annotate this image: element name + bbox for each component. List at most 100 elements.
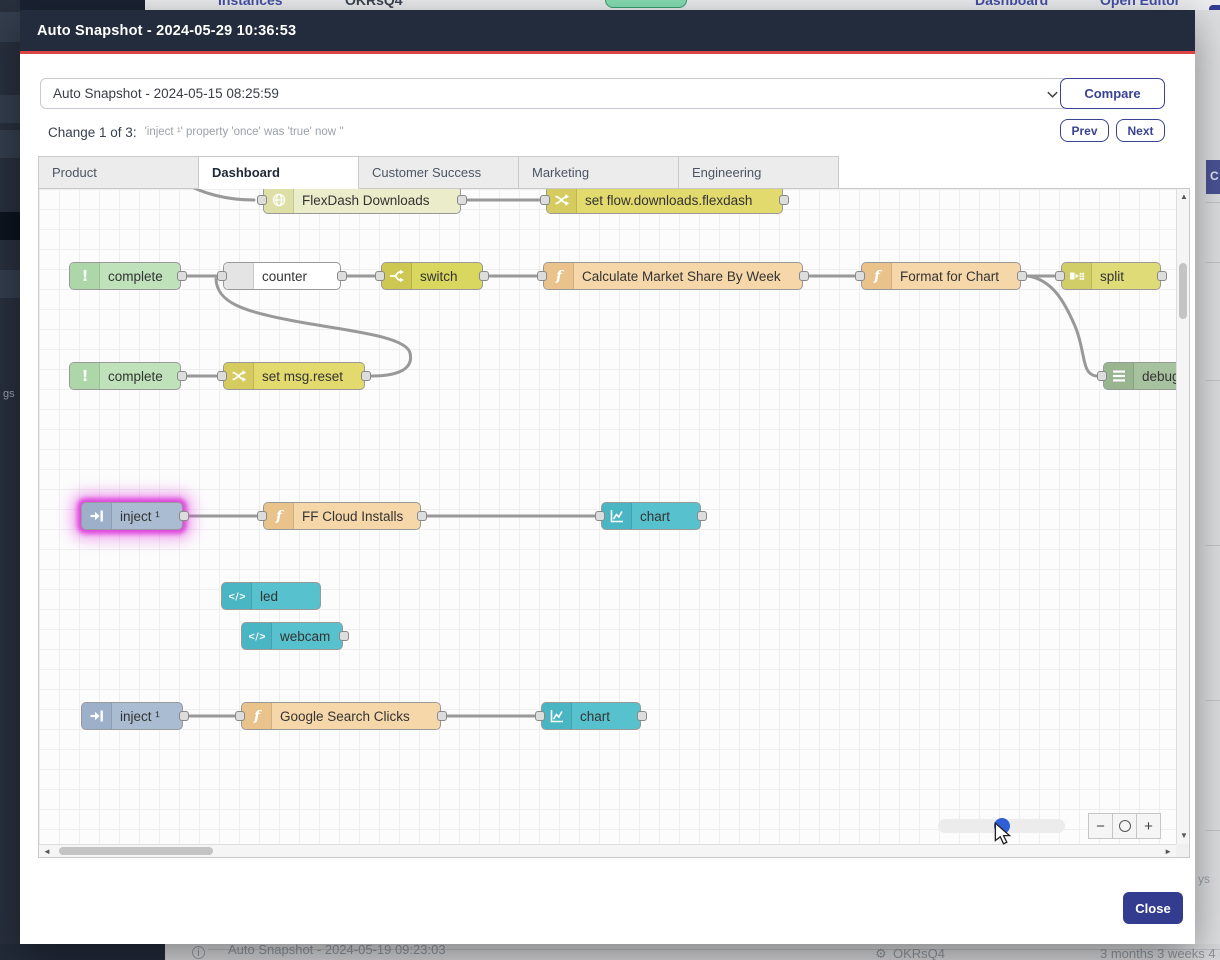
node-output-port[interactable]	[697, 511, 707, 521]
flow-node-webcam[interactable]: </>webcam	[241, 622, 343, 650]
node-output-port[interactable]	[1017, 271, 1027, 281]
breadcrumb[interactable]: Instances	[218, 0, 283, 8]
zoom-in-button[interactable]: +	[1136, 813, 1161, 839]
node-input-port[interactable]	[1097, 371, 1107, 381]
tab-engineering[interactable]: Engineering	[678, 156, 839, 189]
node-output-port[interactable]	[179, 511, 189, 521]
node-input-port[interactable]	[235, 711, 245, 721]
zoom-out-button[interactable]: −	[1088, 813, 1113, 839]
flow-wire-edge-flexdash	[176, 189, 254, 200]
flow-node-label: inject ¹	[112, 703, 182, 729]
node-output-port[interactable]	[417, 511, 427, 521]
flow-node-label: webcam	[272, 623, 342, 649]
scroll-right-icon[interactable]: ►	[1164, 848, 1172, 856]
function-icon: f	[242, 703, 272, 729]
flow-node-inject1[interactable]: inject ¹	[81, 502, 183, 530]
sidebar-item[interactable]	[0, 12, 20, 42]
row-snapshot-name: Auto Snapshot - 2024-05-19 09:23:03	[228, 944, 446, 957]
node-input-port[interactable]	[535, 711, 545, 721]
prev-button[interactable]: Prev	[1060, 119, 1109, 142]
node-output-port[interactable]	[177, 371, 187, 381]
node-output-port[interactable]	[479, 271, 489, 281]
flow-node-label: split	[1092, 263, 1160, 289]
node-output-port[interactable]	[457, 195, 467, 205]
node-input-port[interactable]	[855, 271, 865, 281]
flow-node-label: chart	[572, 703, 640, 729]
sidebar-item[interactable]	[0, 270, 20, 298]
node-output-port[interactable]	[177, 271, 187, 281]
node-input-port[interactable]	[217, 371, 227, 381]
flow-canvas[interactable]: FlexDash Downloads set flow.downloads.fle…	[38, 188, 1190, 858]
node-input-port[interactable]	[537, 271, 547, 281]
globe-icon	[264, 188, 294, 213]
sidebar-item-label: gs	[3, 388, 15, 400]
flow-node-setmsg[interactable]: set msg.reset	[223, 362, 365, 390]
flow-node-google[interactable]: fGoogle Search Clicks	[241, 702, 441, 730]
sidebar-item[interactable]	[0, 95, 20, 123]
flow-node-calc[interactable]: fCalculate Market Share By Week	[543, 262, 803, 290]
flow-node-led[interactable]: </>led	[221, 582, 321, 610]
node-output-port[interactable]	[337, 271, 347, 281]
flow-node-label: complete	[100, 363, 180, 389]
flow-node-format[interactable]: fFormat for Chart	[861, 262, 1021, 290]
node-output-port[interactable]	[179, 711, 189, 721]
node-output-port[interactable]	[339, 631, 349, 641]
function-icon: f	[264, 503, 294, 529]
node-output-port[interactable]	[361, 371, 371, 381]
close-button[interactable]: Close	[1123, 892, 1183, 924]
flow-node-inject2[interactable]: inject ¹	[81, 702, 183, 730]
snapshot-select[interactable]: Auto Snapshot - 2024-05-15 08:25:59	[40, 78, 1072, 109]
node-input-port[interactable]	[540, 195, 550, 205]
node-output-port[interactable]	[779, 195, 789, 205]
blank-icon	[224, 263, 254, 289]
scroll-down-icon[interactable]: ▼	[1180, 832, 1188, 840]
scroll-up-icon[interactable]: ▲	[1180, 193, 1188, 201]
flow-node-chart1[interactable]: chart	[601, 502, 701, 530]
sidebar-item[interactable]	[0, 130, 20, 158]
node-output-port[interactable]	[637, 711, 647, 721]
flow-node-switch[interactable]: switch	[381, 262, 483, 290]
vertical-scrollbar-thumb[interactable]	[1179, 263, 1187, 319]
flow-node-ffcloud[interactable]: fFF Cloud Installs	[263, 502, 421, 530]
sidebar	[0, 0, 20, 960]
flow-node-label: inject ¹	[112, 503, 182, 529]
canvas-vertical-scrollbar[interactable]: ▲ ▼	[1176, 189, 1189, 844]
scroll-left-icon[interactable]: ◄	[43, 848, 51, 856]
open-editor-button[interactable]: Open Editor	[1100, 0, 1180, 8]
sidebar-item-selected[interactable]	[0, 212, 20, 240]
node-input-port[interactable]	[1055, 271, 1065, 281]
function-icon: f	[544, 263, 574, 289]
svg-text:f: f	[252, 709, 262, 725]
node-output-port[interactable]	[799, 271, 809, 281]
flow-node-setflow[interactable]: set flow.downloads.flexdash	[546, 188, 783, 214]
background-table-row: i Auto Snapshot - 2024-05-19 09:23:03 ⚙ …	[165, 944, 1220, 960]
node-input-port[interactable]	[257, 511, 267, 521]
flow-node-chart2[interactable]: chart	[541, 702, 641, 730]
tab-product[interactable]: Product	[38, 156, 199, 189]
row-age: 3 months 3 weeks 4 d	[1100, 946, 1220, 960]
page-title: OKRsQ4	[345, 0, 403, 8]
node-input-port[interactable]	[375, 271, 385, 281]
status-badge	[605, 0, 687, 8]
flow-node-complete1[interactable]: !complete	[69, 262, 181, 290]
flow-node-counter[interactable]: counter	[223, 262, 341, 290]
flow-node-flexdash[interactable]: FlexDash Downloads	[263, 188, 461, 214]
flow-node-label: counter	[254, 263, 340, 289]
node-input-port[interactable]	[257, 195, 267, 205]
node-output-port[interactable]	[437, 711, 447, 721]
dashboard-button[interactable]: Dashboard	[975, 0, 1048, 8]
compare-button[interactable]: Compare	[1060, 78, 1165, 109]
next-button[interactable]: Next	[1116, 119, 1165, 142]
flow-node-complete2[interactable]: !complete	[69, 362, 181, 390]
flow-node-split[interactable]: split	[1061, 262, 1161, 290]
tab-dashboard[interactable]: Dashboard	[198, 156, 359, 189]
tab-customer-success[interactable]: Customer Success	[358, 156, 519, 189]
node-output-port[interactable]	[1157, 271, 1167, 281]
chart-icon	[602, 503, 632, 529]
node-input-port[interactable]	[217, 271, 227, 281]
tab-marketing[interactable]: Marketing	[518, 156, 679, 189]
change-detail-text: 'inject ¹' property 'once' was 'true' no…	[145, 126, 344, 138]
horizontal-scrollbar-thumb[interactable]	[59, 847, 213, 855]
zoom-reset-button[interactable]	[1112, 813, 1137, 839]
node-input-port[interactable]	[595, 511, 605, 521]
